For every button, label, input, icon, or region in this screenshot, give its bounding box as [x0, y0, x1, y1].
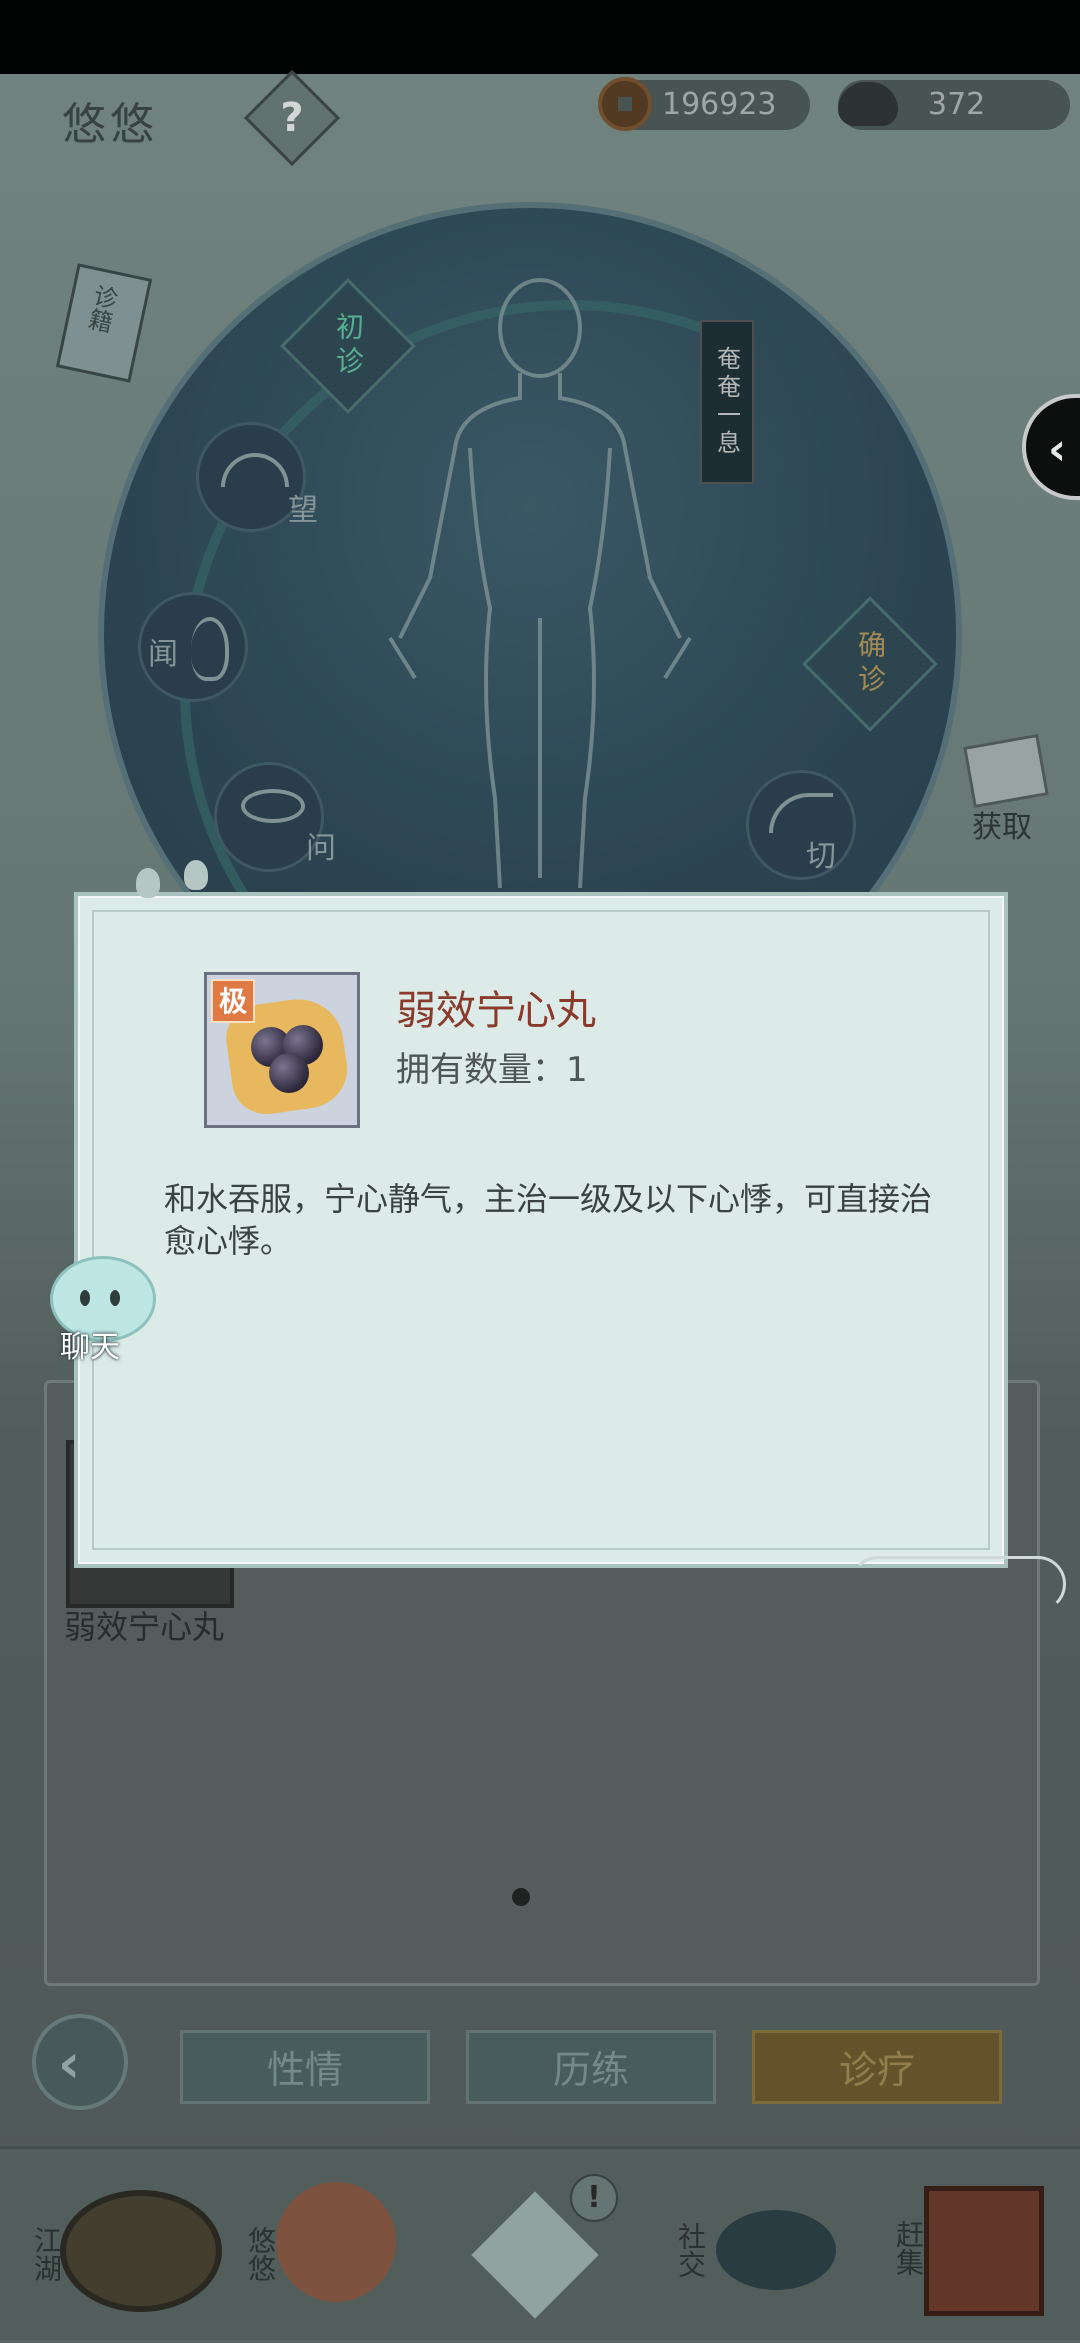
inventory-item-label: 弱效宁心丸 — [64, 1608, 225, 1646]
nav-center-star[interactable]: ! — [470, 2170, 618, 2330]
pill-icon: 极 — [204, 972, 360, 1128]
item-name: 弱效宁心丸 — [396, 988, 596, 1034]
pulse-diagnosis-button[interactable]: 切 — [746, 770, 856, 880]
nav-jianghu[interactable]: 江湖 — [20, 2170, 222, 2330]
item-count: 拥有数量：1 — [396, 1050, 588, 1090]
ask-diagnosis-button[interactable]: 问 — [214, 762, 336, 872]
eye-icon — [221, 453, 289, 487]
back-arrow-icon: ‹ — [58, 2032, 81, 2095]
silver-counter[interactable]: 372 — [838, 80, 1070, 130]
status-banner: 奄奄一息 — [700, 320, 754, 484]
get-button[interactable]: 获取 — [958, 733, 1058, 845]
back-button[interactable]: ‹ — [32, 2014, 128, 2110]
nav-market[interactable]: 赶集 — [884, 2170, 1064, 2330]
tab-treatment[interactable]: 诊疗 — [752, 2030, 1002, 2104]
pill-ball — [269, 1053, 309, 1093]
player-name: 悠悠 — [62, 99, 158, 150]
wave-icon — [716, 2210, 836, 2290]
copper-coin-icon — [598, 77, 652, 131]
chat-button[interactable]: 聊天 — [44, 1256, 156, 1366]
copper-coin-value: 196923 — [662, 87, 777, 122]
birds-decoration — [130, 856, 230, 906]
item-detail-modal: 极 弱效宁心丸 拥有数量：1 和水吞服，宁心静气，主治一级及以下心悸，可直接治愈… — [74, 892, 1008, 1568]
notice-badge: ! — [570, 2174, 618, 2222]
ear-icon — [191, 617, 229, 681]
listen-diagnosis-button[interactable]: 闻 — [138, 592, 248, 702]
page-indicator-dot — [512, 1888, 530, 1906]
scroll-icon — [963, 733, 1049, 809]
tab-experience[interactable]: 历练 — [466, 2030, 716, 2104]
tab-temperament[interactable]: 性情 — [180, 2030, 430, 2104]
swallow-icon — [276, 2182, 396, 2302]
grade-badge: 极 — [211, 979, 255, 1023]
cloud-decoration — [850, 1556, 1066, 1612]
silver-value: 372 — [928, 87, 986, 122]
nav-social[interactable]: 社交 — [666, 2170, 846, 2330]
help-icon: ? — [280, 95, 304, 141]
human-body-figure — [388, 278, 692, 889]
straw-hat-icon — [60, 2190, 222, 2312]
silver-ingot-icon — [838, 82, 898, 126]
lips-icon — [241, 789, 305, 823]
nav-youyou[interactable]: 悠悠 — [236, 2170, 416, 2330]
status-bar — [0, 0, 1080, 74]
basket-icon — [924, 2186, 1044, 2316]
copper-coin-counter[interactable]: 196923 — [598, 77, 810, 131]
item-description: 和水吞服，宁心静气，主治一级及以下心悸，可直接治愈心悸。 — [164, 1180, 933, 1260]
hand-icon — [769, 793, 833, 833]
look-diagnosis-button[interactable]: 望 — [196, 422, 318, 532]
collapse-arrow-icon: ‹ — [1048, 424, 1067, 475]
